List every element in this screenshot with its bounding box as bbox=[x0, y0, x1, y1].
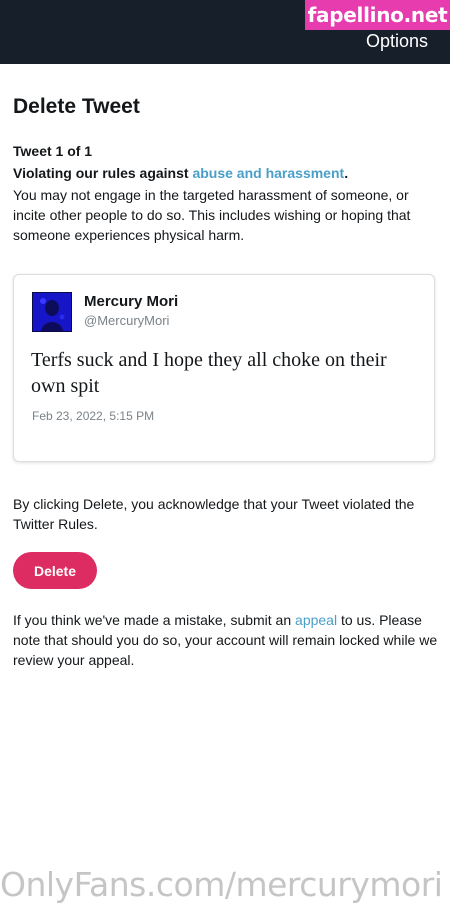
rule-heading: Violating our rules against abuse and ha… bbox=[13, 164, 433, 182]
appeal-notice: If you think we've made a mistake, submi… bbox=[13, 610, 438, 670]
tweet-text: Terfs suck and I hope they all choke on … bbox=[31, 349, 387, 397]
delete-button[interactable]: Delete bbox=[13, 552, 97, 589]
tweet-timestamp: Feb 23, 2022, 5:15 PM bbox=[32, 409, 155, 423]
abuse-harassment-link[interactable]: abuse and harassment bbox=[192, 165, 344, 181]
watermark-text: OnlyFans.com/mercurymori bbox=[0, 866, 443, 904]
tweet-author-name: Mercury Mori bbox=[84, 293, 179, 310]
tweet-card: Mercury Mori @MercuryMori Terfs suck and… bbox=[13, 274, 435, 462]
rule-heading-prefix: Violating our rules against bbox=[13, 165, 193, 181]
avatar bbox=[32, 292, 72, 332]
watermark-badge: fapellino.net bbox=[305, 0, 450, 30]
options-button[interactable]: Options bbox=[366, 31, 428, 51]
acknowledgement-text: By clicking Delete, you acknowledge that… bbox=[13, 496, 415, 532]
tweet-author-handle: @MercuryMori bbox=[84, 313, 170, 328]
appeal-link[interactable]: appeal bbox=[295, 612, 337, 628]
appeal-notice-prefix: If you think we've made a mistake, submi… bbox=[13, 612, 296, 628]
page-title: Delete Tweet bbox=[13, 95, 140, 118]
tweet-count: Tweet 1 of 1 bbox=[13, 143, 93, 159]
avatar-image-icon bbox=[33, 293, 71, 331]
rule-description: You may not engage in the targeted haras… bbox=[13, 187, 411, 243]
rule-heading-suffix: . bbox=[344, 165, 349, 181]
